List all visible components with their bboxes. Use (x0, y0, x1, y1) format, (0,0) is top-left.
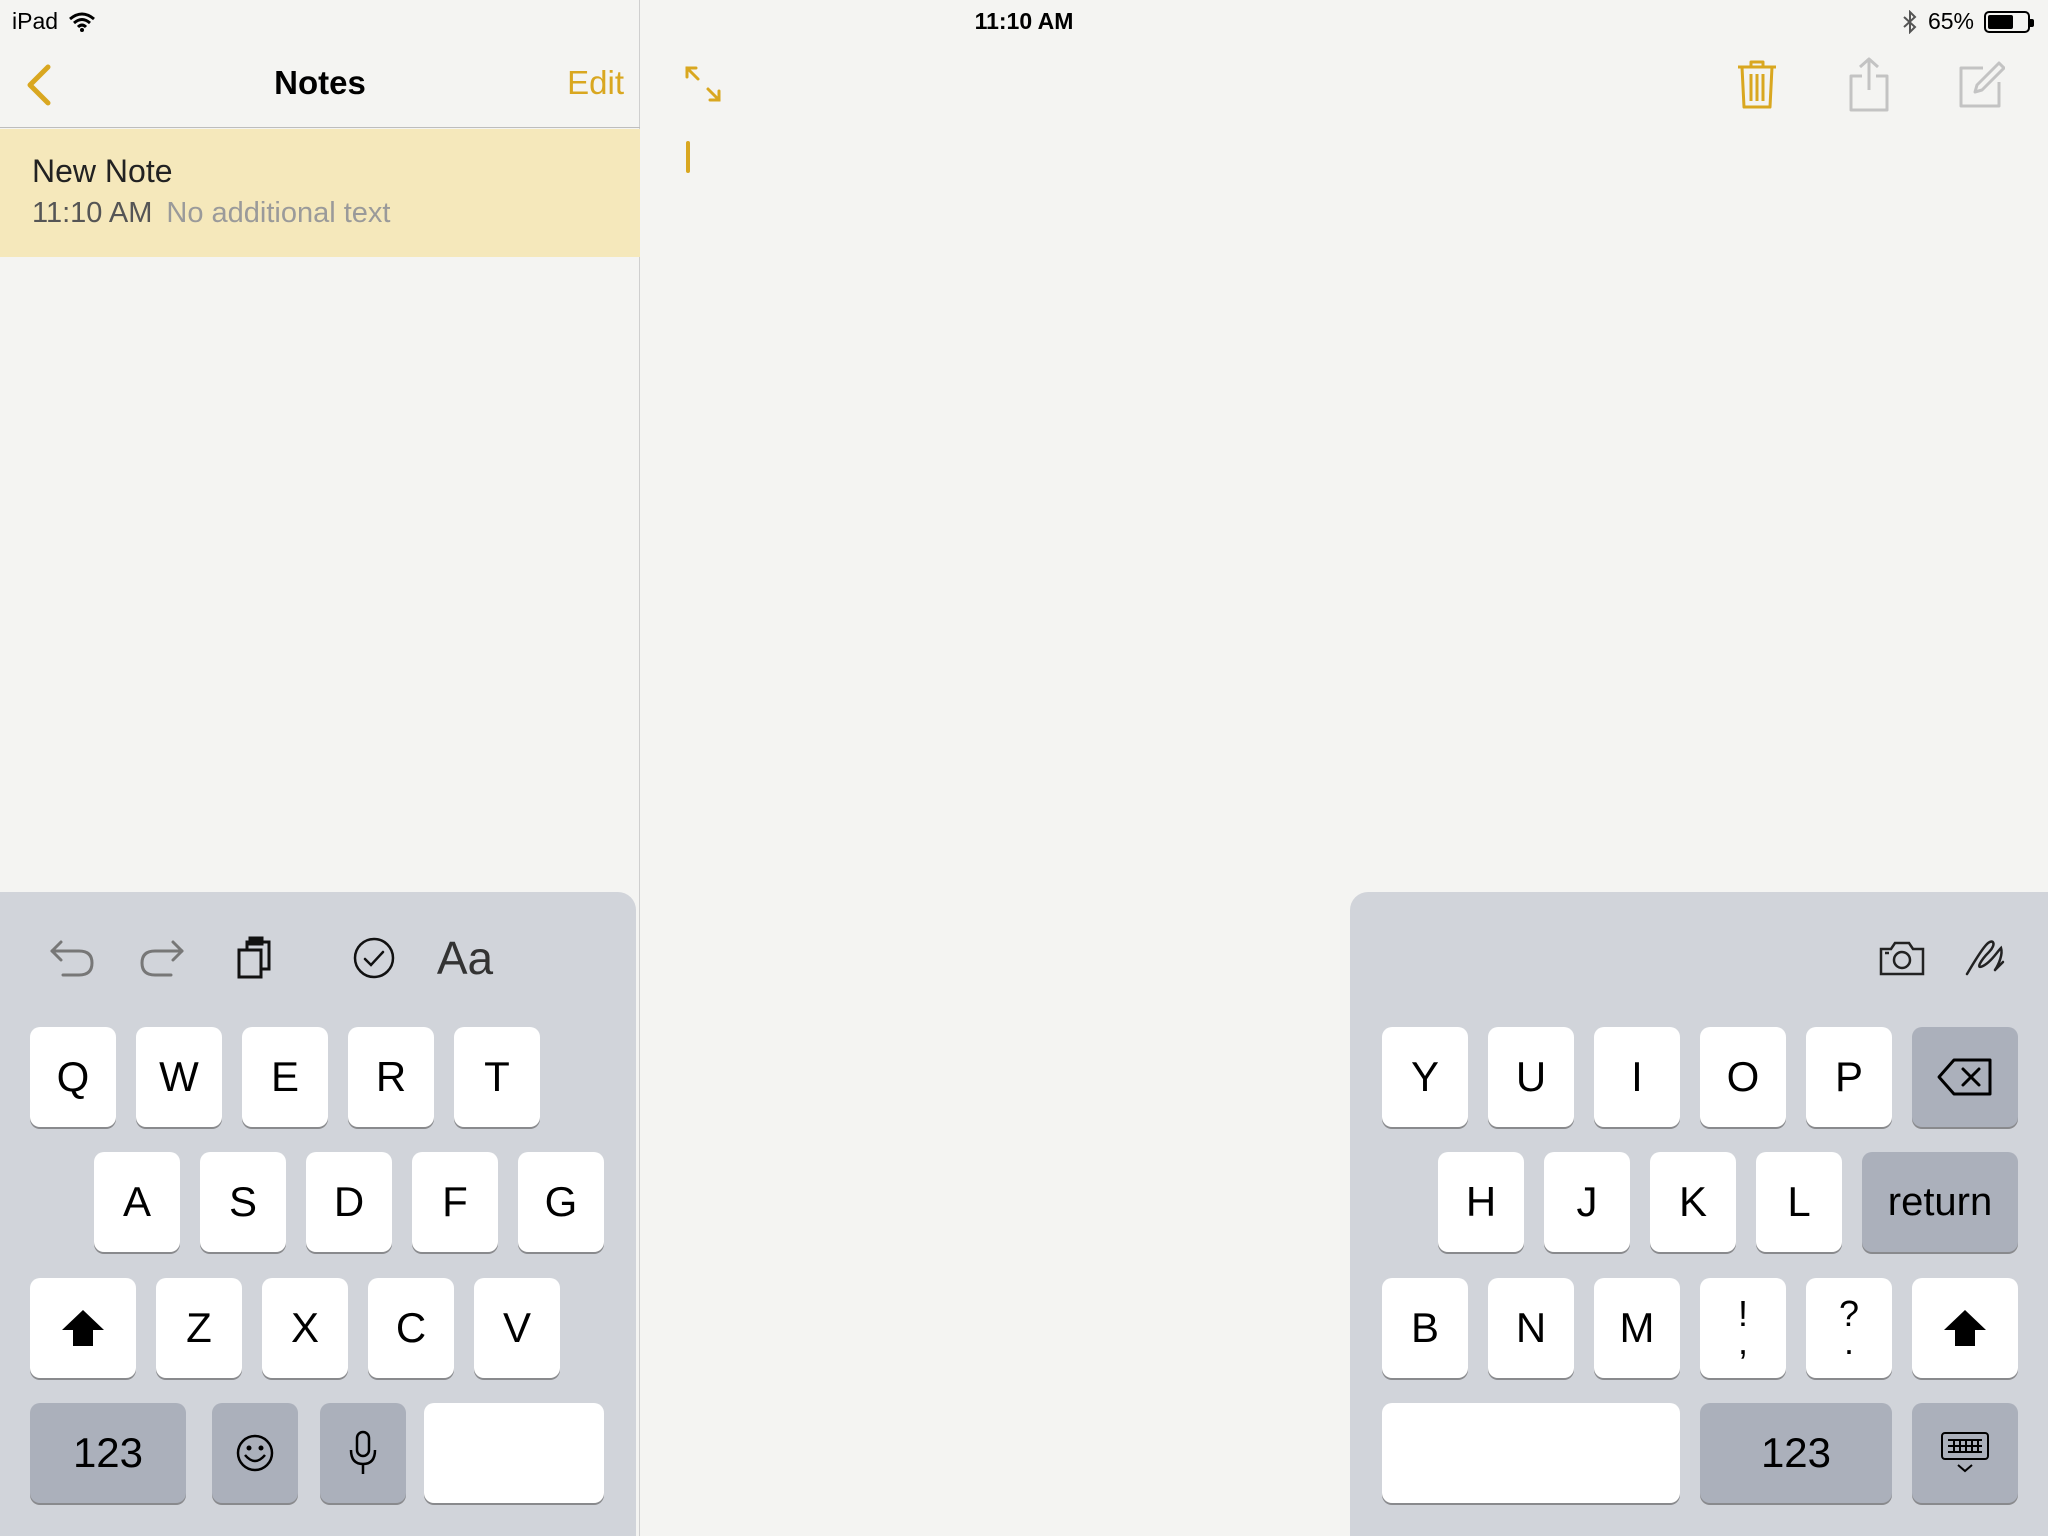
delete-button[interactable] (1725, 52, 1789, 116)
delete-key[interactable] (1912, 1027, 2018, 1127)
shift-key-right[interactable] (1912, 1278, 2018, 1378)
key-k[interactable]: K (1650, 1152, 1736, 1252)
key-l[interactable]: L (1756, 1152, 1842, 1252)
key-p[interactable]: P (1806, 1027, 1892, 1127)
keyboard-dismiss-icon (1941, 1432, 1989, 1473)
camera-icon (1879, 941, 1925, 976)
key-x[interactable]: X (262, 1278, 348, 1378)
trash-icon (1738, 60, 1776, 109)
share-button[interactable] (1837, 52, 1901, 116)
return-key[interactable]: return (1862, 1152, 2018, 1252)
key-h[interactable]: H (1438, 1152, 1524, 1252)
key-f[interactable]: F (412, 1152, 498, 1252)
camera-button[interactable] (1872, 928, 1932, 988)
status-time: 11:10 AM (974, 8, 1074, 34)
key-r[interactable]: R (348, 1027, 434, 1127)
sidebar-navbar: Notes Edit (0, 40, 640, 128)
key-n[interactable]: N (1488, 1278, 1574, 1378)
sketch-button[interactable] (1955, 928, 2015, 988)
note-subtitle: 11:10 AM No additional text (32, 197, 390, 230)
paste-button[interactable] (225, 928, 285, 988)
space-key-right[interactable] (1382, 1403, 1680, 1503)
checklist-icon (353, 937, 395, 979)
note-title: New Note (32, 153, 173, 189)
note-toolbar (641, 40, 2048, 128)
backspace-icon (1937, 1058, 1992, 1096)
notes-app: Notes Edit New Note 11:10 AM No additiona… (0, 0, 2048, 1536)
keyboard-left-half: Aa Q W E R T A S D F G Z X C V 123 (0, 892, 636, 1536)
redo-button[interactable] (132, 928, 192, 988)
edit-button[interactable]: Edit (567, 64, 624, 102)
key-lower-char: , (1737, 1321, 1748, 1362)
shift-key-left[interactable] (30, 1278, 136, 1378)
shift-icon (1944, 1310, 1986, 1346)
key-w[interactable]: W (136, 1027, 222, 1127)
microphone-icon (349, 1430, 377, 1474)
share-icon (1849, 57, 1889, 112)
key-y[interactable]: Y (1382, 1027, 1468, 1127)
key-lower-char: . (1843, 1321, 1854, 1362)
key-o[interactable]: O (1700, 1027, 1786, 1127)
emoji-key[interactable] (212, 1403, 298, 1503)
dismiss-keyboard-key[interactable] (1912, 1403, 2018, 1503)
key-u[interactable]: U (1488, 1027, 1574, 1127)
emoji-icon (236, 1434, 274, 1472)
bluetooth-icon (1903, 9, 1917, 34)
key-question-period[interactable]: ? . (1806, 1278, 1892, 1378)
dictation-key[interactable] (320, 1403, 406, 1503)
key-a[interactable]: A (94, 1152, 180, 1252)
sketch-icon (1965, 940, 2005, 976)
text-cursor (686, 141, 690, 173)
key-z[interactable]: Z (156, 1278, 242, 1378)
status-right: 65% (1902, 8, 2034, 35)
note-list-item[interactable]: New Note 11:10 AM No additional text (0, 129, 640, 257)
note-time: 11:10 AM (32, 197, 153, 229)
numbers-key-left[interactable]: 123 (30, 1403, 186, 1503)
key-q[interactable]: Q (30, 1027, 116, 1127)
key-c[interactable]: C (368, 1278, 454, 1378)
battery-cap (2030, 18, 2034, 27)
expand-icon (685, 66, 721, 102)
redo-icon (140, 940, 184, 977)
shift-icon (62, 1310, 104, 1346)
key-b[interactable]: B (1382, 1278, 1468, 1378)
key-j[interactable]: J (1544, 1152, 1630, 1252)
expand-button[interactable] (671, 52, 735, 116)
battery-icon (1984, 10, 2034, 33)
key-e[interactable]: E (242, 1027, 328, 1127)
compose-icon (1959, 61, 2005, 108)
checklist-button[interactable] (344, 928, 404, 988)
numbers-key-right[interactable]: 123 (1700, 1403, 1892, 1503)
undo-button[interactable] (42, 928, 102, 988)
keyboard-right-half: Y U I O P H J K L return B N M ! , ? . 1… (1350, 892, 2048, 1536)
key-d[interactable]: D (306, 1152, 392, 1252)
paste-icon (237, 936, 271, 979)
battery-level (1988, 14, 2013, 29)
compose-button[interactable] (1949, 52, 2013, 116)
page-title: Notes (274, 64, 366, 101)
space-key-left[interactable] (424, 1403, 604, 1503)
note-preview: No additional text (166, 197, 391, 229)
undo-icon (50, 940, 94, 977)
battery-percent: 65% (1927, 8, 1974, 34)
key-t[interactable]: T (454, 1027, 540, 1127)
key-v[interactable]: V (474, 1278, 560, 1378)
key-s[interactable]: S (200, 1152, 286, 1252)
key-m[interactable]: M (1594, 1278, 1680, 1378)
key-g[interactable]: G (518, 1152, 604, 1252)
key-exclamation-comma[interactable]: ! , (1700, 1278, 1786, 1378)
format-button[interactable]: Aa (432, 928, 498, 988)
status-bar: iPad 11:10 AM 65% (0, 0, 2048, 40)
key-i[interactable]: I (1594, 1027, 1680, 1127)
